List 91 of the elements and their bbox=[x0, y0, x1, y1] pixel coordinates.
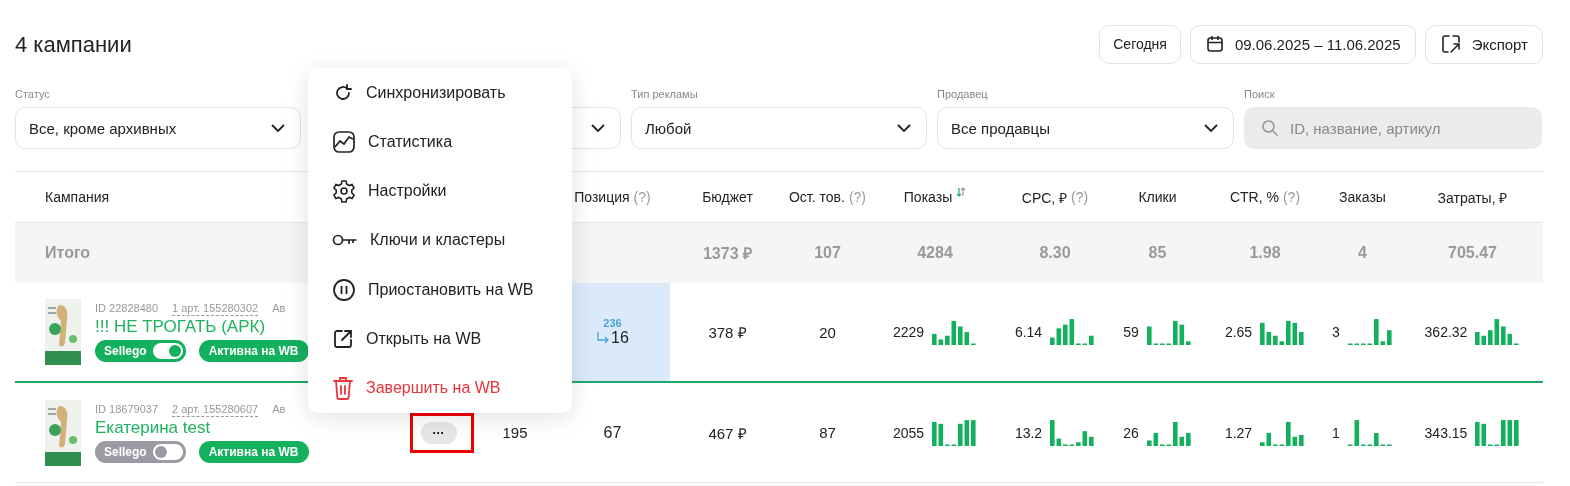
menu-item[interactable]: Статистика bbox=[308, 117, 572, 167]
previous-position: 236 bbox=[603, 317, 622, 329]
export-button[interactable]: Экспорт bbox=[1424, 24, 1543, 64]
sparkline-bars bbox=[1347, 319, 1393, 345]
table-cell: 4 bbox=[1358, 244, 1367, 262]
table-cell: 59 bbox=[1123, 324, 1139, 340]
status-badge: Активна на WB bbox=[198, 340, 309, 362]
column-header: Заказы bbox=[1339, 189, 1386, 205]
menu-item[interactable]: Синхронизировать bbox=[308, 68, 572, 118]
table-cell-text: 1373 ₽ bbox=[702, 244, 752, 264]
column-header: Кампания bbox=[45, 189, 110, 205]
totals-label: Итого bbox=[45, 244, 91, 262]
column-header: Показы bbox=[903, 189, 953, 205]
select-field[interactable]: Все, кроме архивных bbox=[15, 107, 301, 149]
sparkline-bars bbox=[1475, 319, 1521, 345]
chevron-down-icon bbox=[896, 123, 912, 133]
pause-icon bbox=[332, 277, 356, 302]
today-button[interactable]: Сегодня bbox=[1099, 24, 1181, 64]
page-title: 4 кампании bbox=[15, 31, 132, 58]
table-cell: 67 bbox=[603, 423, 622, 442]
chevron-down-icon bbox=[1203, 123, 1219, 133]
sparkline-bars bbox=[1050, 419, 1096, 446]
table-cell: 3 bbox=[1332, 324, 1340, 340]
table-cell-text: 378 ₽ bbox=[708, 323, 747, 342]
table-cell: 26 bbox=[1123, 424, 1139, 441]
sparkline-bars bbox=[1146, 419, 1192, 446]
table-cell: 343.15 bbox=[1424, 424, 1468, 441]
table-cell: 87 bbox=[819, 424, 836, 441]
table-cell: 16 bbox=[611, 329, 629, 347]
table-cell: 705.47 bbox=[1448, 244, 1497, 262]
table-cell: 362.32 bbox=[1424, 324, 1468, 340]
table-cell-text: 467 ₽ bbox=[708, 423, 747, 443]
sparkline-bars bbox=[1347, 419, 1393, 446]
chevron-down-icon bbox=[270, 123, 286, 133]
export-icon bbox=[1439, 33, 1462, 55]
filter-label: Продавец bbox=[937, 88, 989, 102]
campaign-type: Ав bbox=[272, 402, 286, 415]
table-cell: 1.98 bbox=[1249, 244, 1281, 262]
table-cell: 20 bbox=[819, 323, 836, 341]
filter-label: Поиск bbox=[1244, 88, 1276, 102]
sparkline-bars bbox=[932, 419, 978, 446]
table-cell: 13.2 bbox=[1014, 424, 1043, 441]
menu-item[interactable]: Настройки bbox=[308, 166, 572, 216]
sparkline-bars bbox=[1475, 419, 1521, 446]
status-badge: Активна на WB bbox=[198, 440, 309, 463]
menu-item[interactable]: Ключи и кластеры bbox=[308, 215, 572, 266]
sort-icon[interactable] bbox=[956, 187, 967, 197]
table-cell: 2.65 bbox=[1224, 324, 1253, 340]
chart-icon bbox=[332, 129, 356, 154]
menu-item[interactable]: Открыть на WB bbox=[308, 314, 572, 364]
column-header: Бюджет bbox=[702, 189, 753, 205]
select-field[interactable]: Любой bbox=[631, 107, 927, 149]
sparkline-bars bbox=[1146, 319, 1192, 345]
search-field[interactable]: ID, название, артикул bbox=[1244, 107, 1542, 149]
column-header: CPC, ₽ bbox=[1021, 188, 1068, 207]
campaign-id: ID 18679037 bbox=[95, 402, 158, 415]
filter-label: Тип рекламы bbox=[631, 88, 699, 102]
table-cell: 195 bbox=[502, 424, 528, 441]
table-cell: 6.14 bbox=[1014, 324, 1043, 340]
column-header: Затраты, ₽ bbox=[1437, 188, 1508, 207]
table-cell: 1.27 bbox=[1224, 424, 1253, 441]
chevron-down-icon bbox=[590, 123, 606, 133]
campaign-type: Ав bbox=[272, 302, 286, 314]
more-button[interactable]: ··· bbox=[420, 421, 457, 444]
menu-item[interactable]: Завершить на WB bbox=[308, 363, 572, 413]
campaign-id: ID 22828480 bbox=[95, 302, 158, 314]
search-icon bbox=[1261, 119, 1279, 137]
sparkline-bars bbox=[1260, 319, 1306, 345]
menu-item[interactable]: Приостановить на WB bbox=[308, 265, 572, 315]
table-cell: 1 bbox=[1332, 424, 1340, 441]
column-header: CTR, % bbox=[1229, 189, 1279, 205]
table-cell: 2055 bbox=[892, 424, 925, 441]
table-cell: 85 bbox=[1148, 244, 1167, 262]
calendar-icon bbox=[1204, 34, 1225, 54]
filter-label: Статус bbox=[15, 88, 51, 102]
select-field[interactable]: Все продавцы bbox=[937, 107, 1234, 149]
table-cell: 8.30 bbox=[1039, 244, 1071, 262]
turn-arrow-icon bbox=[596, 331, 611, 345]
column-header: Клики bbox=[1138, 189, 1177, 205]
external-link-icon bbox=[332, 328, 354, 351]
sparkline-bars bbox=[1050, 319, 1096, 345]
settings-icon bbox=[332, 179, 356, 204]
column-header: Позиция bbox=[574, 189, 630, 205]
table-cell: 4284 bbox=[917, 244, 953, 262]
column-header: Ост. тов. bbox=[789, 189, 845, 205]
trash-icon bbox=[332, 376, 354, 401]
sparkline-bars bbox=[1260, 419, 1306, 446]
table-cell: 2229 bbox=[892, 324, 925, 340]
sparkline-bars bbox=[932, 319, 978, 345]
table-cell: 107 bbox=[814, 244, 841, 262]
date-range-button[interactable]: 09.06.2025 – 11.06.2025 bbox=[1189, 24, 1416, 64]
